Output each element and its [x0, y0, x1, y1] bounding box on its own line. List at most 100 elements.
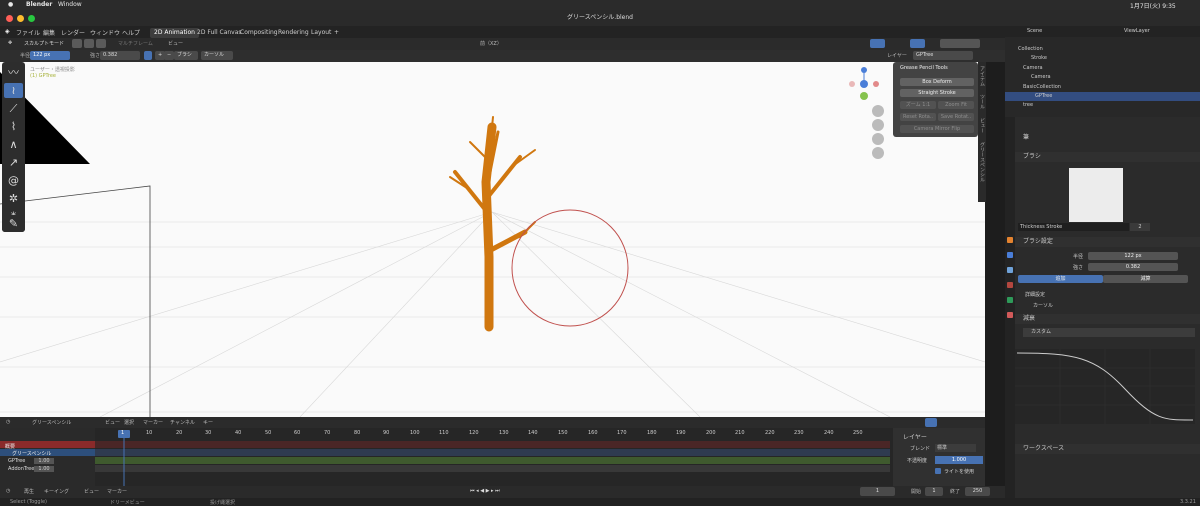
shading-modes[interactable]: [940, 39, 980, 48]
channel-gptree[interactable]: GPTree: [8, 458, 25, 464]
brush-dropdown[interactable]: ブラシ: [174, 51, 198, 60]
lights-checkbox[interactable]: [935, 468, 941, 474]
tool-tab-icon[interactable]: [1007, 237, 1013, 243]
scene-tab-icon[interactable]: [1007, 282, 1013, 288]
cursor-subpanel[interactable]: カーソル: [1033, 302, 1053, 309]
reset-rotation-button[interactable]: Reset Rota..: [900, 113, 936, 121]
box-deform-button[interactable]: Box Deform: [900, 78, 974, 86]
world-tab-icon[interactable]: [1007, 297, 1013, 303]
outliner-camera[interactable]: Camera: [1005, 73, 1200, 82]
editor-icon[interactable]: ◷: [6, 419, 10, 425]
outliner-collection[interactable]: Collection: [1005, 45, 1200, 54]
scene-field[interactable]: Scene: [1027, 28, 1042, 34]
advanced-subpanel[interactable]: 詳細設定: [1025, 291, 1045, 298]
multiframe-toggle[interactable]: マルチフレーム: [118, 40, 153, 47]
tool-annotate-icon[interactable]: ✎: [4, 216, 23, 231]
menu-render[interactable]: レンダー: [61, 28, 85, 37]
opacity-field[interactable]: 1.000: [935, 456, 983, 464]
dope-marker-menu[interactable]: マーカー: [143, 419, 163, 426]
outliner-camera-coll[interactable]: Camera: [1005, 64, 1200, 73]
tool-randomize-icon[interactable]: ⌇: [4, 119, 23, 134]
menu-file[interactable]: ファイル: [16, 28, 40, 37]
pressure-icon[interactable]: [144, 51, 152, 60]
mask3-icon[interactable]: [96, 39, 106, 48]
cursor-dropdown[interactable]: カーソル: [201, 51, 233, 60]
window-menu[interactable]: Window: [58, 1, 82, 8]
3d-viewport[interactable]: ユーザー・透視投影 (1) GPTree: [0, 62, 985, 417]
outliner-basiccollection[interactable]: BasicCollection: [1005, 83, 1200, 92]
blender-icon[interactable]: ◈: [5, 28, 10, 35]
filter-icon[interactable]: [925, 418, 937, 427]
dopesheet[interactable]: 概要 グリースペンシル GPTree 1.00 AddonTree 1.00 1…: [0, 417, 985, 491]
tab-grease-pencil[interactable]: グリースペンシル: [979, 142, 986, 182]
outliner-tree[interactable]: tree: [1005, 101, 1200, 110]
viewlayer-field[interactable]: ViewLayer: [1124, 28, 1150, 34]
zoom-fit-button[interactable]: Zoom Fit: [938, 101, 974, 109]
close-icon[interactable]: [6, 15, 13, 22]
falloff-curve[interactable]: [1015, 349, 1195, 424]
dopesheet-mode[interactable]: グリースペンシル: [32, 419, 71, 426]
camera-view-icon[interactable]: [872, 133, 884, 145]
menu-help[interactable]: ヘルプ: [122, 28, 140, 37]
marker-menu-bottom[interactable]: マーカー: [107, 488, 127, 495]
brush-settings-section[interactable]: ブラシ設定: [1015, 237, 1200, 247]
props-strength-field[interactable]: 0.382: [1088, 263, 1178, 271]
view-menu[interactable]: ビュー: [168, 40, 183, 47]
add-workspace-button[interactable]: +: [330, 28, 343, 38]
tab-tool[interactable]: ツール: [979, 94, 986, 109]
output-tab-icon[interactable]: [1007, 267, 1013, 273]
keying-menu[interactable]: キーイング: [44, 488, 69, 495]
addontree-opacity[interactable]: 1.00: [34, 466, 54, 472]
start-field[interactable]: 1: [925, 487, 943, 496]
camera-mirror-flip-button[interactable]: Camera Mirror Flip: [900, 125, 974, 133]
tool-twist-icon[interactable]: @: [4, 173, 23, 188]
current-frame-field[interactable]: 1: [860, 487, 895, 496]
perspective-icon[interactable]: [872, 147, 884, 159]
material-tab-icon[interactable]: [1007, 312, 1013, 318]
menu-window[interactable]: ウィンドウ: [90, 28, 120, 37]
tool-push-icon[interactable]: ↗: [4, 155, 23, 170]
playback-menu[interactable]: 再生: [24, 488, 34, 495]
tab-2d-animation[interactable]: 2D Animation: [150, 28, 199, 38]
timeline-icon[interactable]: ◷: [6, 488, 10, 494]
subtract-mode-button[interactable]: 減算: [1103, 275, 1188, 283]
channel-grease-pencil[interactable]: グリースペンシル: [12, 450, 51, 457]
outliner-gptree[interactable]: GPTree: [1005, 92, 1200, 101]
channel-summary[interactable]: 概要: [5, 443, 15, 450]
straight-stroke-button[interactable]: Straight Stroke: [900, 89, 974, 97]
tab-view[interactable]: ビュー: [979, 118, 986, 133]
minimize-icon[interactable]: [17, 15, 24, 22]
tool-pinch-icon[interactable]: ✲: [4, 191, 23, 206]
orientation-select[interactable]: 前（XZ）: [480, 40, 502, 47]
brush-section[interactable]: ブラシ: [1015, 152, 1200, 162]
dope-view-menu[interactable]: ビュー: [105, 419, 120, 426]
editor-type-icon[interactable]: ✥: [8, 40, 12, 46]
falloff-section[interactable]: 減衰: [1015, 314, 1200, 324]
navigation-gizmo[interactable]: [849, 67, 879, 100]
channel-addontree[interactable]: AddonTree: [8, 466, 34, 472]
dope-channel-menu[interactable]: チャンネル: [170, 419, 195, 426]
zoom-icon[interactable]: [872, 105, 884, 117]
blend-dropdown[interactable]: 標準: [935, 444, 976, 452]
zoom-1-1-button[interactable]: ズーム 1:1: [900, 101, 936, 109]
tool-smooth-icon[interactable]: 〰: [4, 65, 23, 80]
brush-preview-image[interactable]: [1069, 168, 1123, 222]
subtract-button[interactable]: −: [164, 51, 174, 60]
frame-ruler[interactable]: 1 10 20 30 40 50 60 70 80 90 100 110 120…: [0, 430, 890, 438]
outliner[interactable]: Scene ViewLayer Collection Stroke Camera…: [1005, 26, 1200, 117]
tool-thickness-icon[interactable]: ≀: [4, 83, 23, 98]
tab-item[interactable]: アイテム: [979, 66, 986, 86]
falloff-dropdown[interactable]: カスタム: [1023, 328, 1195, 337]
tool-strength-icon[interactable]: ⟋: [4, 101, 23, 116]
dope-key-menu[interactable]: キー: [203, 419, 213, 426]
dope-select-menu[interactable]: 選択: [124, 419, 134, 426]
outliner-stroke[interactable]: Stroke: [1005, 54, 1200, 63]
layer-field[interactable]: GPTree: [913, 51, 973, 60]
mask-icon[interactable]: [72, 39, 82, 48]
render-tab-icon[interactable]: [1007, 252, 1013, 258]
tool-grab-icon[interactable]: ∧: [4, 137, 23, 152]
end-field[interactable]: 250: [965, 487, 990, 496]
add-mode-button[interactable]: 追加: [1018, 275, 1103, 283]
overlay-icon[interactable]: [910, 39, 925, 48]
apple-icon[interactable]: ●: [8, 1, 13, 8]
